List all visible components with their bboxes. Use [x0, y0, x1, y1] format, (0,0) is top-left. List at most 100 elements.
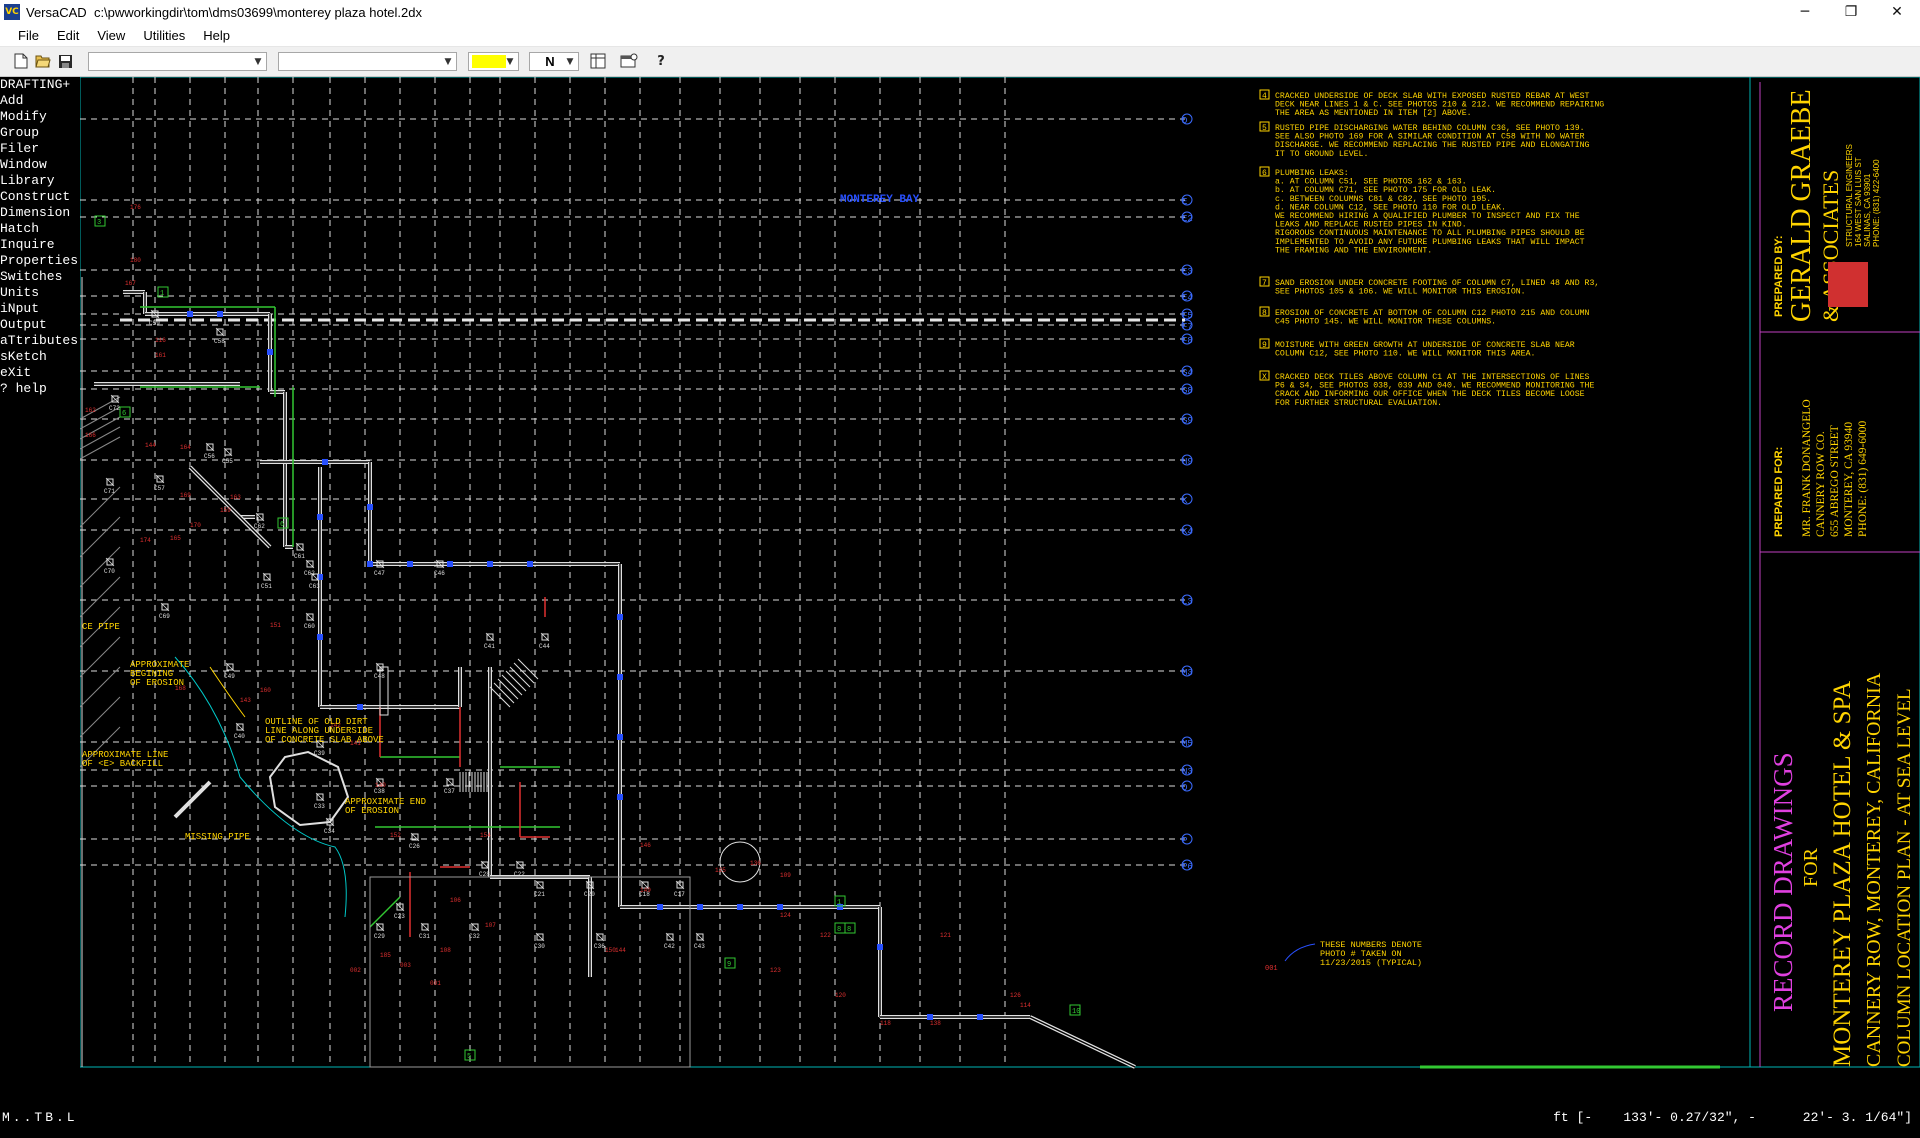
photo-number: 185 — [380, 952, 391, 959]
chevron-down-icon[interactable]: ▼ — [440, 53, 456, 70]
color-dropdown[interactable]: ▼ — [468, 52, 519, 71]
photo-number: 144 — [145, 442, 156, 449]
beam-marker — [367, 561, 373, 567]
cad-drawing-canvas[interactable]: DEE2E3E4F5F7F8G4G8G9H9KK4L3M3M5N3OPP6 C5… — [80, 77, 1920, 1077]
column-label: C36 — [594, 943, 605, 950]
side-menu-units[interactable]: Units — [0, 285, 80, 301]
menu-file[interactable]: File — [0, 28, 48, 43]
side-menu-group[interactable]: Group — [0, 125, 80, 141]
sheet-title: COLUMN LOCATION PLAN - AT SEA LEVEL — [1894, 688, 1915, 1067]
chevron-down-icon[interactable]: ▼ — [502, 53, 518, 70]
beam-marker — [977, 1014, 983, 1020]
layer-dropdown[interactable]: N ▼ — [529, 52, 579, 71]
side-menu-properties[interactable]: Properties — [0, 253, 80, 269]
menu-view[interactable]: View — [88, 28, 134, 43]
photo-number: 003 — [400, 962, 411, 969]
area-label: MONTEREY BAY — [840, 194, 920, 206]
column-label: C28 — [479, 871, 490, 878]
side-menu-attributes[interactable]: aTtributes — [0, 333, 80, 349]
column-label: C56 — [204, 453, 215, 460]
beam-marker — [737, 904, 743, 910]
help-icon[interactable]: ? — [652, 52, 670, 70]
column-label: C37 — [444, 788, 455, 795]
photo-number: 001 — [430, 980, 441, 987]
grid-label: F8 — [1182, 336, 1193, 346]
chevron-down-icon[interactable]: ▼ — [250, 53, 266, 70]
status-x-coordinate: 133'- 0.27/32", - — [1623, 1110, 1756, 1125]
hatch-line — [80, 666, 121, 708]
photo-number: 136 — [750, 860, 761, 867]
side-menu-switches[interactable]: Switches — [0, 269, 80, 285]
photo-number: 138 — [930, 1020, 941, 1027]
side-menu-output[interactable]: Output — [0, 317, 80, 333]
side-menu-input[interactable]: iNput — [0, 301, 80, 317]
column-label: C21 — [534, 891, 545, 898]
hatch-line — [80, 436, 121, 460]
linetype-dropdown[interactable]: ▼ — [278, 52, 457, 71]
column-label: C39 — [314, 750, 325, 757]
new-file-icon[interactable] — [12, 52, 30, 70]
column-label: C57 — [154, 485, 165, 492]
beam-marker — [777, 904, 783, 910]
stair-tread — [501, 674, 523, 696]
chevron-down-icon[interactable]: ▼ — [562, 53, 578, 70]
photo-number: 180 — [130, 257, 141, 264]
side-menu-dimension[interactable]: Dimension — [0, 205, 80, 221]
photo-number: 167 — [125, 280, 136, 287]
photo-number: 106 — [450, 897, 461, 904]
stair-tread — [505, 670, 527, 692]
menu-help[interactable]: Help — [194, 28, 239, 43]
app-name: VersaCAD — [26, 4, 87, 20]
side-menu-exit[interactable]: eXit — [0, 365, 80, 381]
layers-icon[interactable] — [589, 52, 607, 70]
coordinate-readout: ft [- 133'- 0.27/32", - 22'- 3. 1/64"] — [1553, 1110, 1912, 1125]
note-tag-number: 6 — [122, 410, 126, 418]
save-icon[interactable] — [56, 52, 74, 70]
menu-bar: File Edit View Utilities Help — [0, 24, 1920, 47]
beam-marker — [617, 614, 623, 620]
photo-number: 152 — [390, 832, 401, 839]
close-icon[interactable]: ✕ — [1874, 0, 1920, 24]
column-label: C30 — [534, 943, 545, 950]
side-menu-construct[interactable]: Construct — [0, 189, 80, 205]
floor-plan-geometry: C59 C58 C72 C56 C55 C71 C57 C70 C69 C51 C62 C61 C63 C… — [80, 204, 1720, 1069]
minimize-icon[interactable]: ─ — [1782, 0, 1828, 24]
grid-label: E4 — [1182, 293, 1193, 303]
annotation-text: OF EROSION — [130, 678, 184, 688]
side-menu-library[interactable]: Library — [0, 173, 80, 189]
side-menu-sketch[interactable]: sKetch — [0, 349, 80, 365]
menu-utilities[interactable]: Utilities — [134, 28, 194, 43]
photo-number: 160 — [260, 687, 271, 694]
column-label: C60 — [304, 623, 315, 630]
photo-number: 174 — [140, 537, 151, 544]
grid-label: L3 — [1182, 597, 1193, 607]
hatch-line — [80, 516, 121, 558]
side-menu-filer[interactable]: Filer — [0, 141, 80, 157]
versacad-app-icon[interactable]: VC — [4, 4, 20, 20]
photo-number: 002 — [350, 967, 361, 974]
drawing-workarea[interactable]: DRAFTING+ Add Modify Group Filer Window … — [0, 77, 1920, 1138]
note-line: d. NEAR COLUMN C12, SEE PHOTO 110 FOR OL… — [1275, 202, 1506, 212]
layer-group-dropdown[interactable]: ▼ — [88, 52, 267, 71]
photo-number: 146 — [640, 842, 651, 849]
restore-icon[interactable]: ❐ — [1828, 0, 1874, 24]
viewport-frame — [80, 77, 1920, 1068]
status-mode: M..TB.L — [2, 1110, 78, 1125]
photo-number: 163 — [230, 494, 241, 501]
side-menu-add[interactable]: Add — [0, 93, 80, 109]
photo-number: 161 — [155, 352, 166, 359]
window-settings-icon[interactable] — [620, 52, 638, 70]
client-line: MONTEREY, CA 93940 — [1843, 422, 1855, 537]
side-menu-header[interactable]: DRAFTING+ — [0, 77, 80, 93]
note-number: X — [1262, 373, 1267, 382]
firm-logo-icon — [1828, 262, 1868, 307]
photo-number: 154 — [480, 832, 491, 839]
open-folder-icon[interactable] — [34, 52, 52, 70]
side-menu-help[interactable]: ? help — [0, 381, 80, 397]
side-menu-inquire[interactable]: Inquire — [0, 237, 80, 253]
side-menu-window[interactable]: Window — [0, 157, 80, 173]
side-menu-hatch[interactable]: Hatch — [0, 221, 80, 237]
side-menu-modify[interactable]: Modify — [0, 109, 80, 125]
menu-edit[interactable]: Edit — [48, 28, 88, 43]
column-label: C34 — [324, 828, 335, 835]
